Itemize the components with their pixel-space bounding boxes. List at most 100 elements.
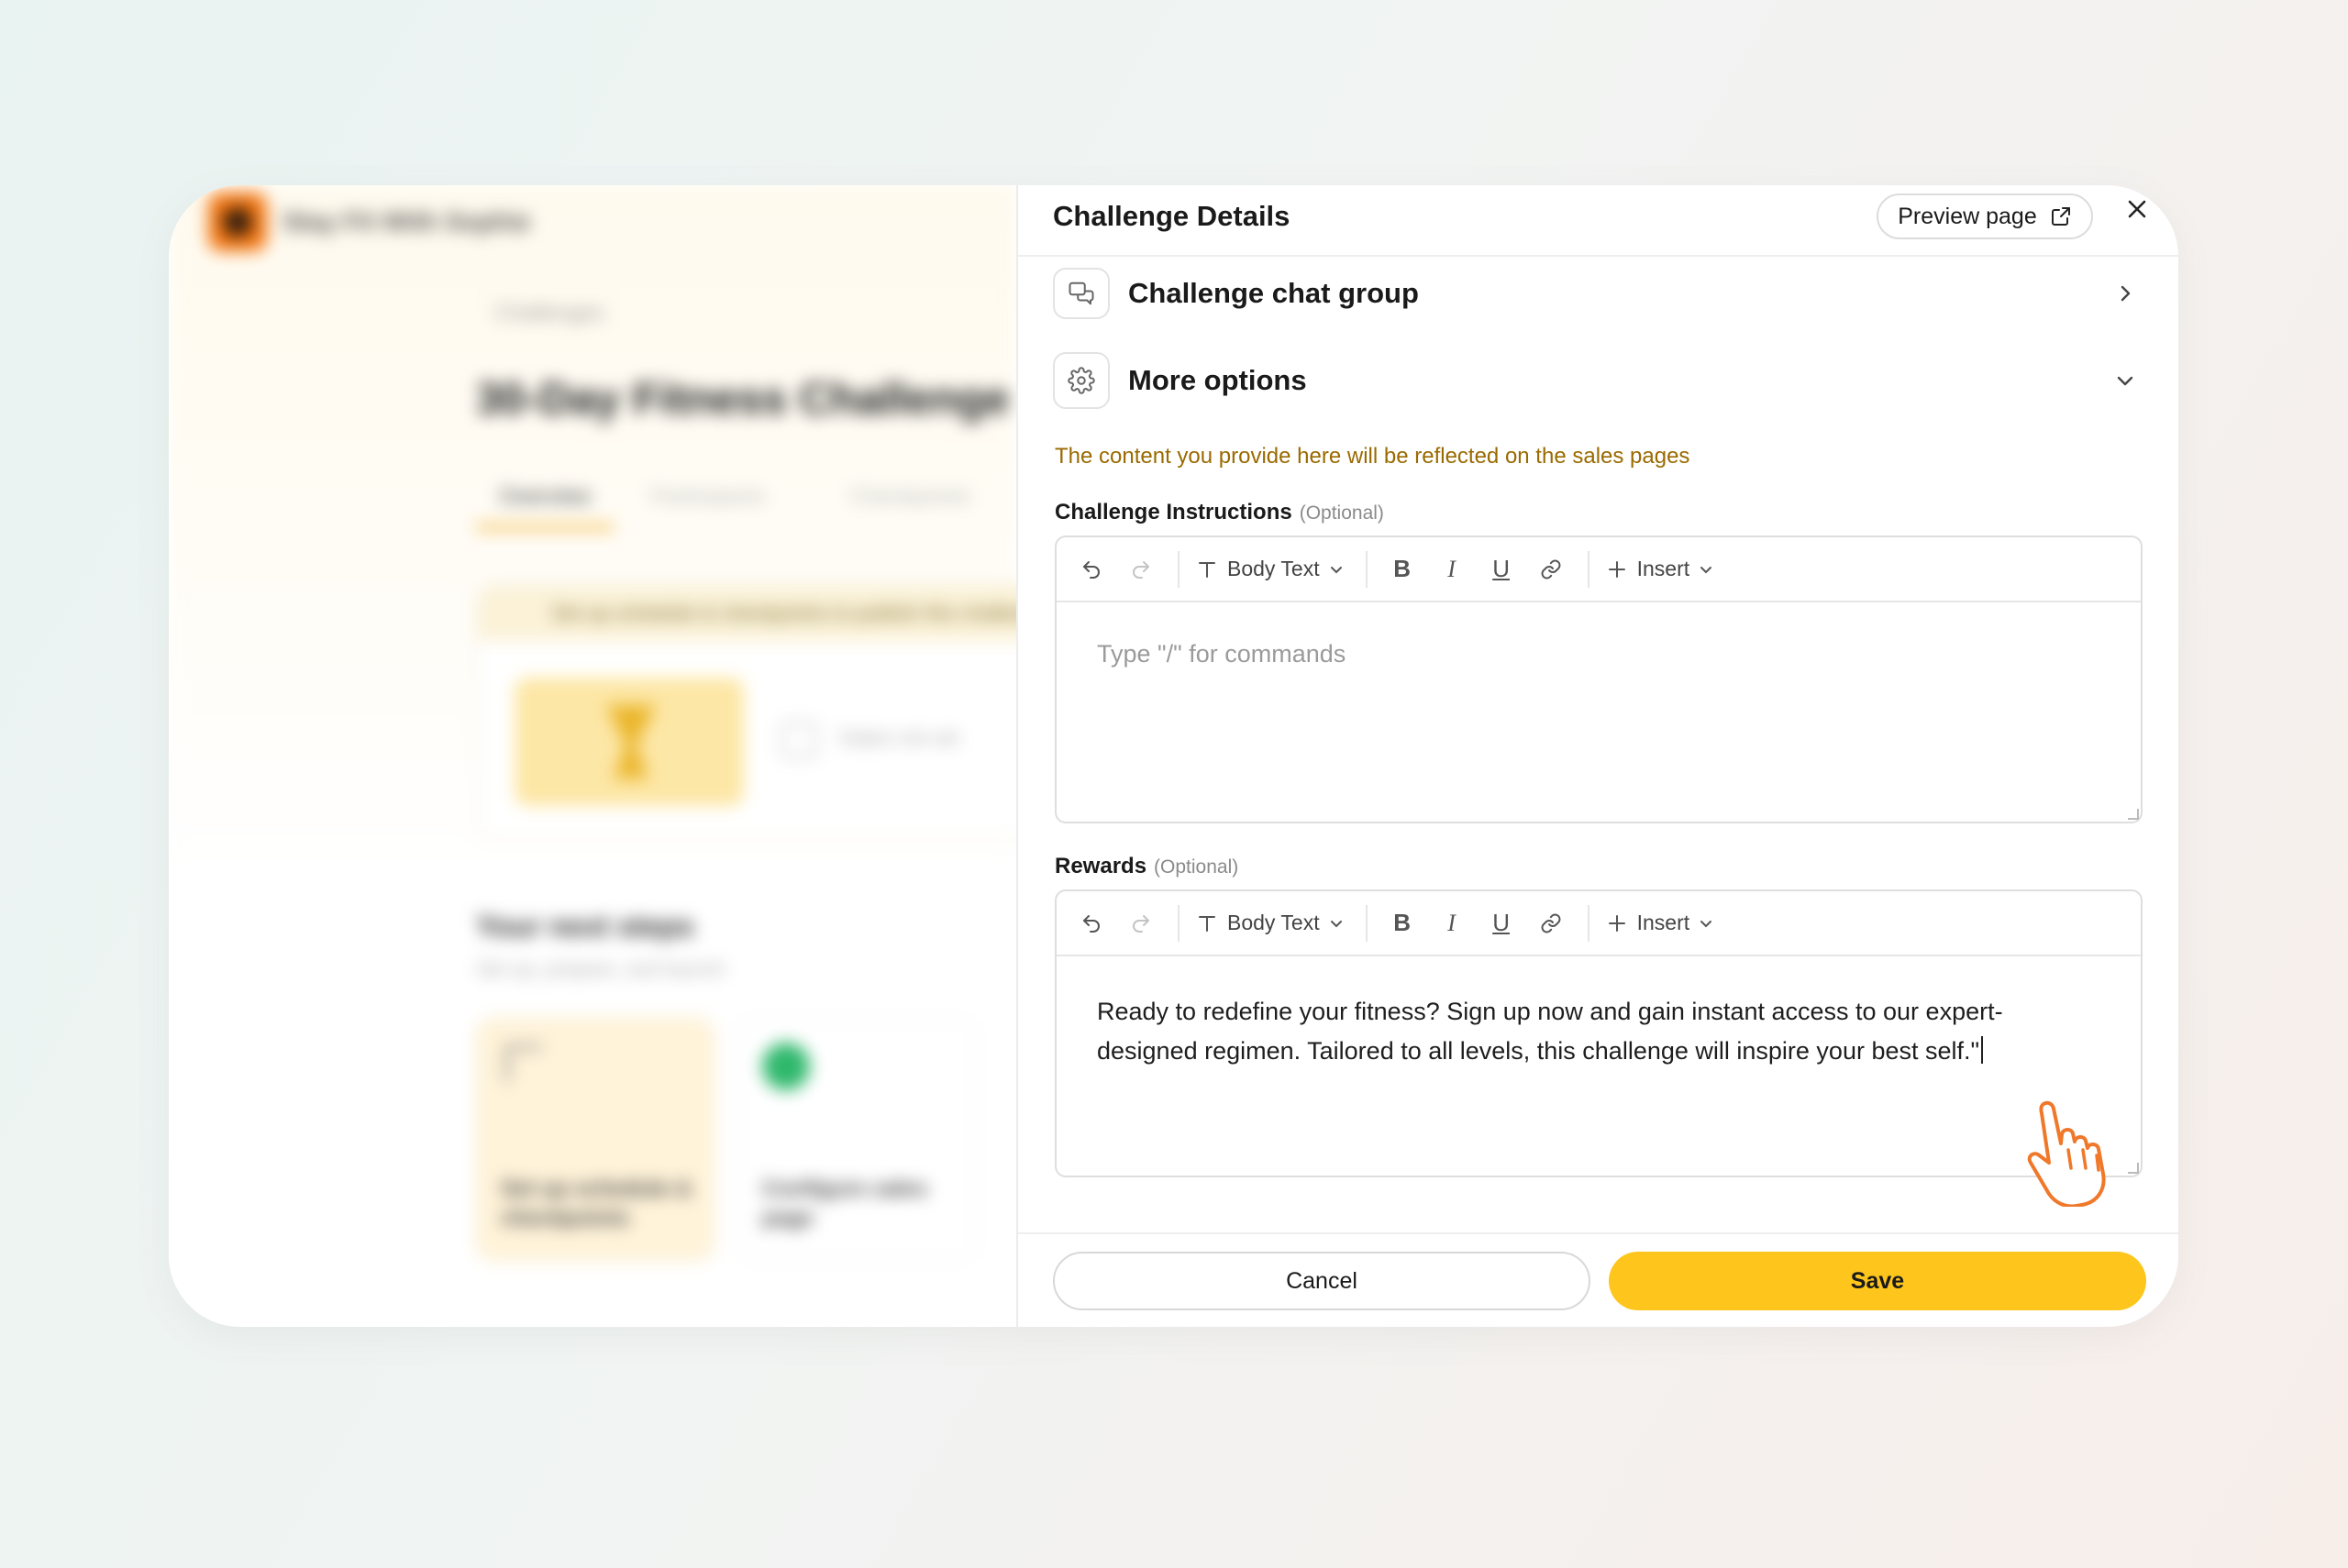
step-label: Set up schedule & checkpoints: [501, 1176, 692, 1231]
toolbar-divider: [1365, 550, 1368, 588]
underline-button[interactable]: U: [1483, 555, 1520, 583]
toolbar-divider: [1587, 550, 1589, 588]
check-icon: [762, 1043, 810, 1090]
challenge-details-panel: Challenge Details Preview page Challenge…: [1016, 185, 2178, 1327]
gear-icon: [1068, 367, 1095, 394]
step-card-schedule: Set up schedule & checkpoints: [476, 1018, 714, 1261]
preview-page-label: Preview page: [1898, 203, 2037, 229]
preview-page-button[interactable]: Preview page: [1877, 193, 2093, 239]
insert-dropdown[interactable]: Insert: [1606, 551, 1714, 588]
redo-icon: [1133, 560, 1149, 579]
trophy-icon: [515, 678, 744, 806]
chat-bubbles-icon: [1069, 282, 1094, 305]
text-type-icon: [1199, 561, 1215, 578]
save-button[interactable]: Save: [1609, 1252, 2146, 1310]
brand-logo: [208, 193, 267, 251]
settings-icon-box: [1053, 352, 1110, 409]
close-icon: [2128, 200, 2146, 218]
redo-button[interactable]: [1123, 905, 1159, 942]
redo-button[interactable]: [1123, 551, 1159, 588]
undo-icon: [1083, 560, 1100, 579]
text-style-label: Body Text: [1227, 557, 1320, 580]
rewards-text: Ready to redefine your fitness? Sign up …: [1097, 998, 2003, 1065]
link-icon: [1541, 559, 1561, 579]
panel-header: Challenge Details Preview page: [1018, 185, 2178, 257]
toolbar-divider: [1365, 904, 1368, 942]
chat-icon-box: [1053, 268, 1110, 319]
next-steps-subtitle: Set up, prepare, and launch: [476, 957, 725, 980]
italic-button[interactable]: I: [1434, 556, 1470, 583]
close-button[interactable]: [2119, 191, 2155, 227]
rewards-label: Rewards (Optional): [1055, 854, 1238, 879]
section-chat-group[interactable]: Challenge chat group: [1053, 268, 2143, 326]
insert-label: Insert: [1636, 557, 1690, 580]
plus-icon: [1608, 560, 1625, 578]
link-button[interactable]: [1533, 905, 1569, 942]
page-title: 30-Day Fitness Challenge: [476, 375, 1010, 424]
section-more-options[interactable]: More options: [1053, 351, 2143, 410]
sales-page-notice: The content you provide here will be ref…: [1055, 444, 1690, 469]
chevron-down-icon: [1700, 566, 1712, 573]
text-style-dropdown[interactable]: Body Text: [1196, 551, 1344, 588]
brand-name: Stay Fit With Sophie: [282, 207, 531, 236]
chevron-down-icon: [1330, 920, 1342, 927]
banner-text: Set up schedule & checkpoints to publish…: [551, 602, 1048, 624]
toolbar-divider: [1178, 904, 1180, 942]
resize-handle[interactable]: [2128, 1163, 2139, 1174]
instructions-toolbar: Body Text B I U Insert: [1057, 537, 2141, 602]
instructions-label: Challenge Instructions (Optional): [1055, 500, 1384, 525]
background-app: Stay Fit With Sophie Challenges 30-Day F…: [169, 185, 1048, 1327]
instructions-placeholder[interactable]: Type "/" for commands: [1097, 635, 2086, 674]
undo-button[interactable]: [1073, 905, 1110, 942]
step-card-sales: Configure sales page: [737, 1018, 976, 1261]
dates-text: Dates not set: [840, 726, 959, 749]
breadcrumb: Challenges: [494, 301, 605, 326]
tab-active-indicator: [476, 525, 614, 530]
italic-button[interactable]: I: [1434, 910, 1470, 937]
text-type-icon: [1199, 915, 1215, 932]
step-label: Configure sales page: [762, 1176, 928, 1231]
text-cursor: [1981, 1036, 1984, 1064]
external-link-icon: [2051, 207, 2070, 226]
cancel-button[interactable]: Cancel: [1053, 1252, 1590, 1310]
instructions-editor[interactable]: Body Text B I U Insert Type "/" for comm…: [1055, 536, 2143, 823]
tab-participants: Participants: [650, 484, 766, 509]
rewards-editor[interactable]: Body Text B I U Insert Ready to redefine…: [1055, 889, 2143, 1177]
rewards-text-area[interactable]: Ready to redefine your fitness? Sign up …: [1097, 992, 2086, 1071]
undo-icon: [1083, 914, 1100, 933]
plus-icon: [1608, 914, 1625, 932]
chevron-down-icon: [2107, 362, 2143, 399]
link-icon: [1541, 913, 1561, 933]
next-steps-title: Your next steps: [476, 910, 694, 943]
section-label: Challenge chat group: [1128, 277, 1419, 309]
tab-checkpoints: Checkpoints: [849, 484, 971, 509]
link-button[interactable]: [1533, 551, 1569, 588]
instructions-label-text: Challenge Instructions: [1055, 500, 1292, 525]
panel-title: Challenge Details: [1053, 200, 1290, 232]
chevron-right-icon: [2107, 275, 2143, 312]
bold-button[interactable]: B: [1384, 555, 1421, 583]
pointer-hand-icon: [2027, 1100, 2106, 1207]
undo-button[interactable]: [1073, 551, 1110, 588]
rewards-toolbar: Body Text B I U Insert: [1057, 891, 2141, 956]
optional-tag: (Optional): [1299, 502, 1384, 524]
calendar-icon: [781, 722, 817, 758]
setup-banner: Set up schedule & checkpoints to publish…: [476, 584, 1048, 841]
text-style-dropdown[interactable]: Body Text: [1196, 905, 1344, 942]
section-label: More options: [1128, 364, 1307, 396]
bold-button[interactable]: B: [1384, 909, 1421, 937]
redo-icon: [1133, 914, 1149, 933]
chevron-down-icon: [1700, 920, 1712, 927]
optional-tag: (Optional): [1154, 856, 1239, 878]
resize-handle[interactable]: [2128, 809, 2139, 820]
flag-icon: [505, 1045, 542, 1082]
text-style-label: Body Text: [1227, 911, 1320, 934]
chevron-down-icon: [1330, 566, 1342, 573]
tab-overview: Overview: [499, 484, 592, 509]
rewards-label-text: Rewards: [1055, 854, 1147, 878]
insert-dropdown[interactable]: Insert: [1606, 905, 1714, 942]
panel-footer: Cancel Save: [1018, 1232, 2178, 1327]
insert-label: Insert: [1636, 911, 1690, 934]
underline-button[interactable]: U: [1483, 909, 1520, 937]
toolbar-divider: [1587, 904, 1589, 942]
